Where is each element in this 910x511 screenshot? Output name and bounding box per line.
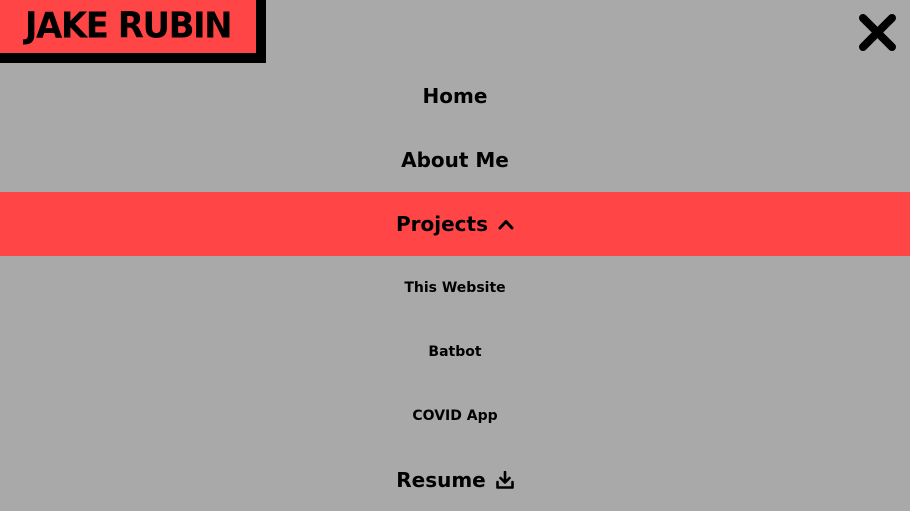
nav-subitem-covid-app[interactable]: COVID App	[0, 384, 910, 448]
nav-item-resume[interactable]: Resume	[0, 448, 910, 511]
nav-item-label: Home	[422, 84, 488, 108]
logo[interactable]: JAKE RUBIN	[0, 0, 256, 53]
nav-item-label: Resume	[396, 468, 486, 492]
nav-subitem-batbot[interactable]: Batbot	[0, 320, 910, 384]
nav-item-home[interactable]: Home	[0, 64, 910, 128]
nav-subitem-this-website[interactable]: This Website	[0, 256, 910, 320]
nav-subitem-label: This Website	[404, 280, 506, 296]
logo-shadow: JAKE RUBIN	[0, 0, 266, 63]
nav-subitem-label: COVID App	[412, 408, 498, 424]
page: JAKE RUBIN Home About Me Projects This W…	[0, 0, 910, 511]
nav-menu: Home About Me Projects This Website Batb…	[0, 64, 910, 511]
nav-item-projects[interactable]: Projects	[0, 192, 910, 256]
nav-item-label: About Me	[401, 148, 509, 172]
download-icon	[495, 471, 514, 489]
nav-subitem-label: Batbot	[428, 344, 482, 360]
nav-item-label: Projects	[395, 212, 488, 236]
close-icon	[859, 14, 896, 51]
logo-text: JAKE RUBIN	[24, 5, 233, 48]
nav-item-about-me[interactable]: About Me	[0, 128, 910, 192]
close-menu-button[interactable]	[857, 12, 898, 53]
chevron-up-icon	[498, 218, 514, 230]
